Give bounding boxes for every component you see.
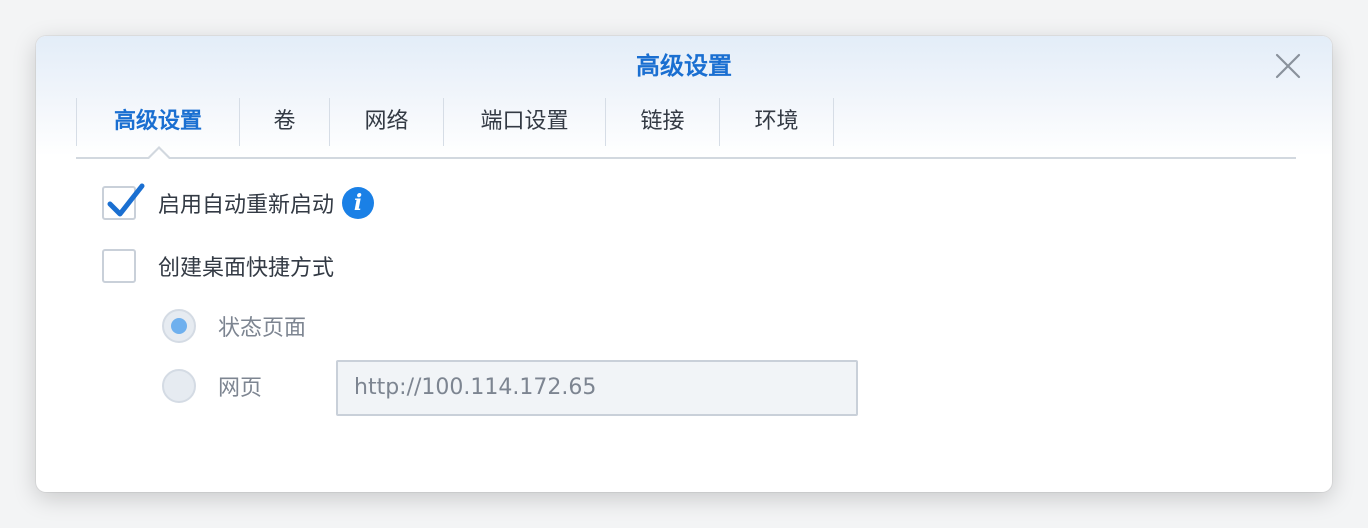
url-input[interactable]: http://100.114.172.65 [336, 360, 858, 416]
auto-restart-row: 启用自动重新启动 i [102, 183, 375, 220]
desktop-shortcut-label: 创建桌面快捷方式 [158, 256, 335, 281]
tab-links[interactable]: 链接 [605, 98, 719, 146]
tab-environment[interactable]: 环境 [719, 98, 834, 146]
status-page-radio[interactable] [162, 309, 196, 343]
tab-port-settings[interactable]: 端口设置 [443, 98, 605, 146]
active-tab-pointer-fill [149, 149, 169, 159]
auto-restart-checkbox[interactable] [102, 183, 145, 220]
close-icon [1275, 53, 1301, 79]
tab-network[interactable]: 网络 [329, 98, 443, 146]
status-page-row: 状态页面 [162, 309, 306, 343]
web-page-row: 网页 [162, 369, 262, 403]
auto-restart-label: 启用自动重新启动 [158, 193, 335, 218]
info-icon[interactable]: i [342, 187, 375, 219]
web-page-label: 网页 [218, 376, 263, 401]
checkmark-icon [107, 183, 145, 217]
advanced-settings-dialog: 高级设置 高级设置 卷 网络 端口设置 链接 环境 启用自动重新启动 i 创建桌… [36, 36, 1332, 492]
tab-bar: 高级设置 卷 网络 端口设置 链接 环境 [76, 98, 834, 146]
tab-volume[interactable]: 卷 [239, 98, 329, 146]
tab-advanced-settings[interactable]: 高级设置 [76, 98, 239, 146]
radio-selected-dot [171, 318, 187, 334]
desktop-shortcut-checkbox[interactable] [102, 249, 136, 283]
tab-divider [76, 157, 1296, 159]
dialog-title: 高级设置 [636, 52, 732, 80]
desktop-shortcut-row: 创建桌面快捷方式 [102, 249, 334, 283]
status-page-label: 状态页面 [218, 316, 307, 341]
close-button[interactable] [1272, 50, 1304, 82]
web-page-radio[interactable] [162, 369, 196, 403]
